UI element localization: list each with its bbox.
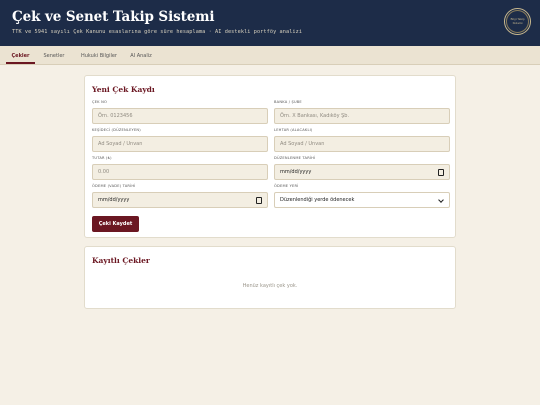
calendar-icon[interactable]: [256, 197, 262, 204]
chevron-down-icon: [438, 197, 444, 203]
tab-bar: Çekler Senetler Hukuki Bilgiler AI Anali…: [0, 46, 540, 65]
cek-no-label: ÇEK NO: [92, 100, 107, 104]
seal-logo-icon: Bilgi Takip Sistemi: [504, 8, 531, 35]
saved-checks-card: Kayıtlı Çekler Henüz kayıtlı çek yok.: [84, 246, 456, 309]
banka-label: BANKA / ŞUBE: [274, 100, 302, 104]
odeme-yeri-group: ÖDEME YERİ Düzenlendiği yerde ödenecek: [274, 184, 450, 208]
odeme-vade-group: ÖDEME (VADE) TARİHİ mm/dd/yyyy: [92, 184, 268, 208]
duzenlenme-date-input[interactable]: mm/dd/yyyy: [274, 164, 450, 180]
app-title: Çek ve Senet Takip Sistemi: [12, 9, 215, 25]
tutar-label: TUTAR (₺): [92, 156, 112, 160]
lehtar-group: LEHTAR (ALACAKLI) Ad Soyad / Unvan: [274, 128, 450, 152]
seal-text: Bilgi Takip Sistemi: [510, 18, 525, 25]
tutar-input[interactable]: 0.00: [92, 164, 268, 180]
form-title: Yeni Çek Kaydı: [92, 85, 155, 94]
lehtar-label: LEHTAR (ALACAKLI): [274, 128, 313, 132]
calendar-icon[interactable]: [438, 169, 444, 176]
list-title: Kayıtlı Çekler: [92, 256, 150, 265]
tab-senetler[interactable]: Senetler: [41, 45, 67, 64]
cek-no-group: ÇEK NO Örn. 0123456: [92, 100, 268, 124]
empty-state-text: Henüz kayıtlı çek yok.: [242, 283, 298, 289]
odeme-yeri-label: ÖDEME YERİ: [274, 184, 299, 188]
banka-input[interactable]: Örn. X Bankası, Kadıköy Şb.: [274, 108, 450, 124]
duzenlenme-group: DÜZENLENME TARİHİ mm/dd/yyyy: [274, 156, 450, 180]
app-subtitle: TTK ve 5941 sayılı Çek Kanunu esaslarına…: [12, 29, 303, 35]
tutar-group: TUTAR (₺) 0.00: [92, 156, 268, 180]
kesideci-group: KEŞİDECİ (DÜZENLEYEN) Ad Soyad / Unvan: [92, 128, 268, 152]
odeme-vade-label: ÖDEME (VADE) TARİHİ: [92, 184, 136, 188]
odeme-vade-date-input[interactable]: mm/dd/yyyy: [92, 192, 268, 208]
kesideci-input[interactable]: Ad Soyad / Unvan: [92, 136, 268, 152]
lehtar-input[interactable]: Ad Soyad / Unvan: [274, 136, 450, 152]
banka-group: BANKA / ŞUBE Örn. X Bankası, Kadıköy Şb.: [274, 100, 450, 124]
app-header: Çek ve Senet Takip Sistemi TTK ve 5941 s…: [0, 0, 540, 46]
kesideci-label: KEŞİDECİ (DÜZENLEYEN): [92, 128, 141, 132]
tab-hukuki-bilgiler[interactable]: Hukuki Bilgiler: [78, 45, 120, 64]
tab-ai-analiz[interactable]: AI Analiz: [128, 45, 154, 64]
tab-cekler[interactable]: Çekler: [6, 45, 35, 64]
odeme-yeri-select[interactable]: Düzenlendiği yerde ödenecek: [274, 192, 450, 208]
duzenlenme-label: DÜZENLENME TARİHİ: [274, 156, 316, 160]
new-check-form-card: Yeni Çek Kaydı ÇEK NO Örn. 0123456 BANKA…: [84, 75, 456, 238]
save-check-button[interactable]: Çeki Kaydet: [92, 216, 139, 232]
cek-no-input[interactable]: Örn. 0123456: [92, 108, 268, 124]
